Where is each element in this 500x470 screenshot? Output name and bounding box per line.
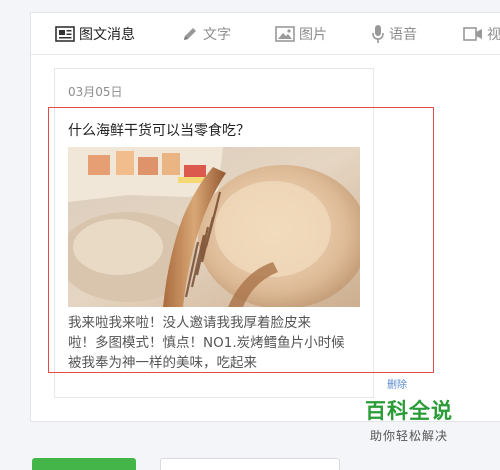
tab-video[interactable]: 视 <box>463 13 500 55</box>
message-type-tabs: 图文消息 文字 图片 语音 视 <box>31 13 500 55</box>
tab-text-label: 文字 <box>203 27 231 43</box>
delete-link[interactable]: 删除 <box>387 376 407 391</box>
tab-voice[interactable]: 语音 <box>371 13 417 55</box>
tab-video-label: 视 <box>487 27 500 43</box>
article-title: 什么海鲜干货可以当零食吃？ <box>68 123 250 139</box>
tab-text[interactable]: 文字 <box>181 13 231 55</box>
message-composer-panel: 图文消息 文字 图片 语音 视 03月05日 什么海鲜干货可以当零食吃？ 我来啦… <box>30 12 500 422</box>
article-date: 03月05日 <box>68 85 123 99</box>
tab-image[interactable]: 图片 <box>275 13 327 55</box>
send-button[interactable] <box>32 458 136 470</box>
article-desc-line: 被我奉为神一样的美味，吃起来 <box>68 355 257 371</box>
tab-voice-label: 语音 <box>389 27 417 43</box>
microphone-icon <box>371 24 389 44</box>
article-desc-line: 我来啦我来啦！没人邀请我我厚着脸皮来 <box>68 315 311 331</box>
watermark: 百科全说 助你轻松解决 <box>354 395 464 444</box>
article-preview-card[interactable]: 03月05日 什么海鲜干货可以当零食吃？ 我来啦我来啦！没人邀请我我厚着脸皮来 … <box>54 68 374 398</box>
video-icon <box>463 26 487 42</box>
news-icon <box>55 26 79 42</box>
watermark-title: 百科全说 <box>365 399 453 423</box>
tab-image-label: 图片 <box>299 27 327 43</box>
tab-news[interactable]: 图文消息 <box>55 13 135 55</box>
secondary-button[interactable] <box>160 458 340 470</box>
article-desc-line: 啦！多图模式！慎点！NO1.炭烤鳕鱼片小时候 <box>68 335 345 351</box>
pencil-icon <box>181 25 203 43</box>
tab-news-label: 图文消息 <box>79 27 135 43</box>
article-description: 我来啦我来啦！没人邀请我我厚着脸皮来 啦！多图模式！慎点！NO1.炭烤鳕鱼片小时… <box>68 313 364 373</box>
image-icon <box>275 26 299 42</box>
article-cover-image <box>68 147 360 307</box>
watermark-subtitle: 助你轻松解决 <box>369 429 448 443</box>
